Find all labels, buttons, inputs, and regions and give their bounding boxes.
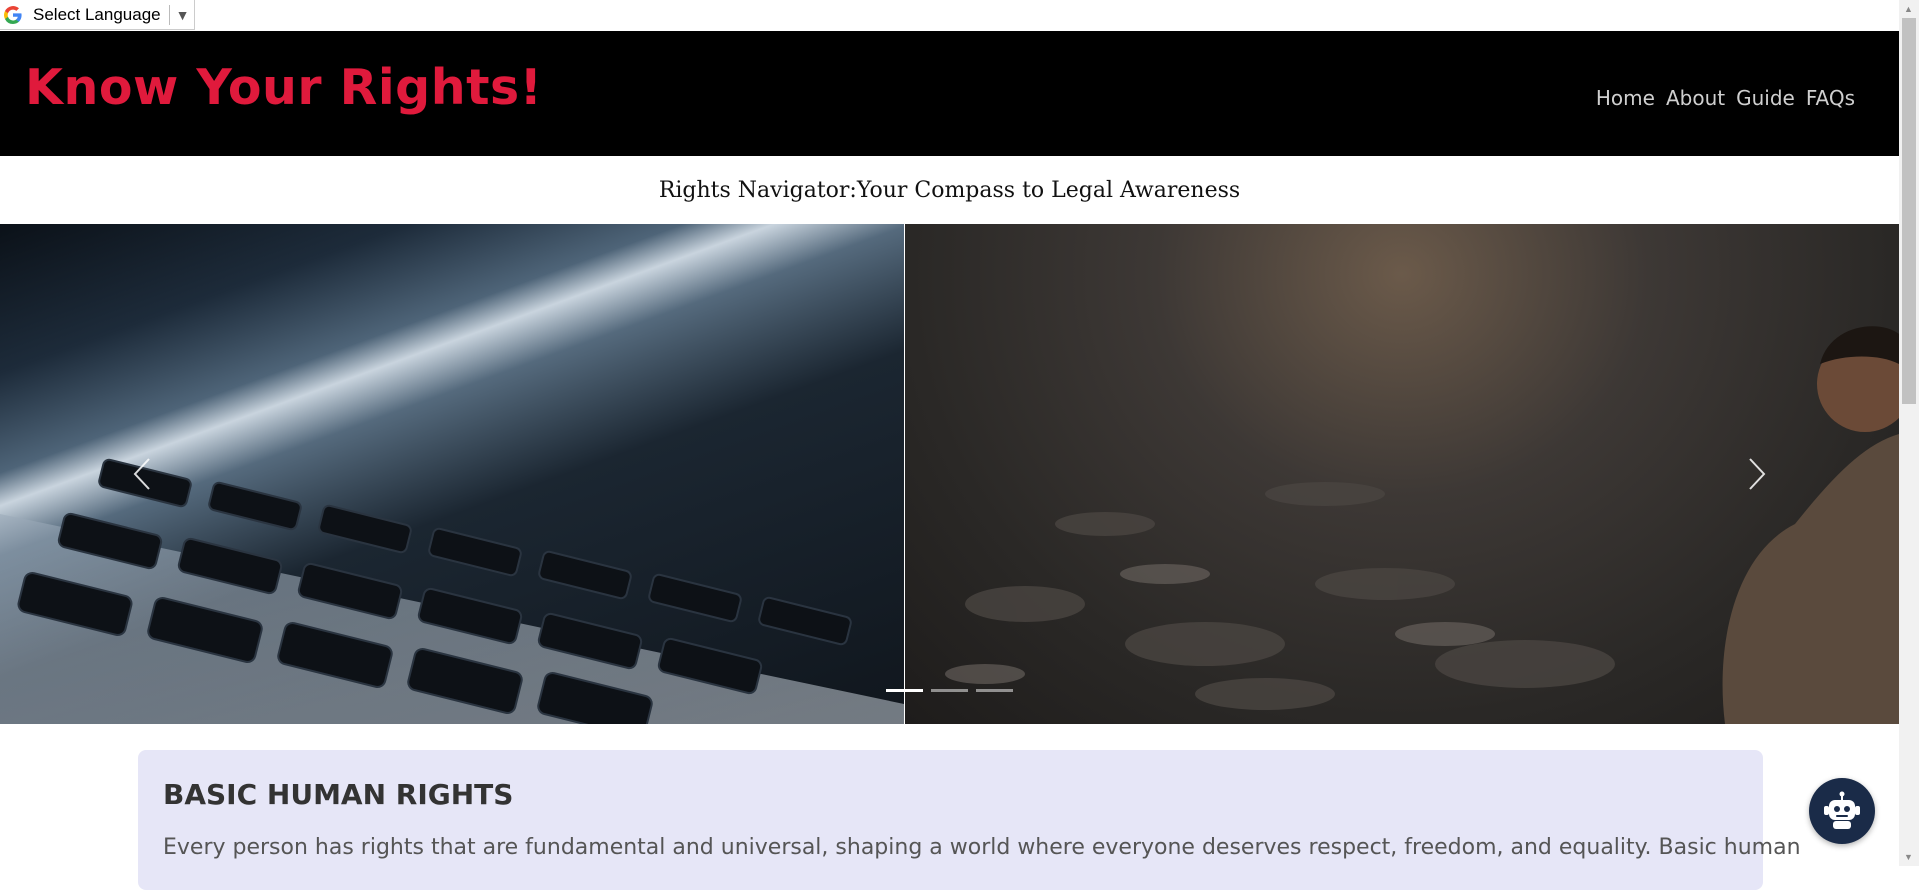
section-heading: BASIC HUMAN RIGHTS [163,778,514,811]
carousel-prev-button[interactable] [112,444,172,504]
carousel-indicator-2[interactable] [931,689,968,692]
dropdown-arrow-icon[interactable]: ▼ [176,7,190,23]
page-scrollbar[interactable]: ▲ ▼ [1899,0,1919,866]
tagline: Rights Navigator:Your Compass to Legal A… [658,177,1241,203]
site-header: Know Your Rights! Home About Guide FAQs [0,31,1899,156]
carousel-indicator-1[interactable] [886,689,923,692]
carousel-indicators [886,689,1013,692]
nav-guide[interactable]: Guide [1736,86,1795,110]
language-select[interactable]: Select Language ▼ [0,0,195,30]
nav-home[interactable]: Home [1596,86,1655,110]
carousel-indicator-3[interactable] [976,689,1013,692]
carousel-next-button[interactable] [1727,444,1787,504]
scroll-down-arrow-icon[interactable]: ▼ [1904,852,1913,862]
image-carousel [0,224,1899,724]
robot-icon [1824,791,1860,829]
main-nav: Home About Guide FAQs [1596,86,1855,110]
chatbot-button[interactable] [1809,778,1875,844]
google-logo-icon [3,4,25,26]
section-text: Every person has rights that are fundame… [163,835,1801,860]
translate-bar: Select Language ▼ [0,0,1899,32]
language-select-divider [168,4,170,25]
scroll-up-arrow-icon[interactable]: ▲ [1904,4,1913,14]
chevron-left-icon [133,458,150,490]
nav-faqs[interactable]: FAQs [1806,86,1855,110]
scrollbar-thumb[interactable] [1902,18,1916,404]
basic-human-rights-card: BASIC HUMAN RIGHTS Every person has righ… [138,750,1801,890]
chevron-right-icon [1749,458,1766,490]
language-select-label: Select Language [33,4,161,24]
site-title[interactable]: Know Your Rights! [25,59,543,116]
nav-about[interactable]: About [1666,86,1725,110]
